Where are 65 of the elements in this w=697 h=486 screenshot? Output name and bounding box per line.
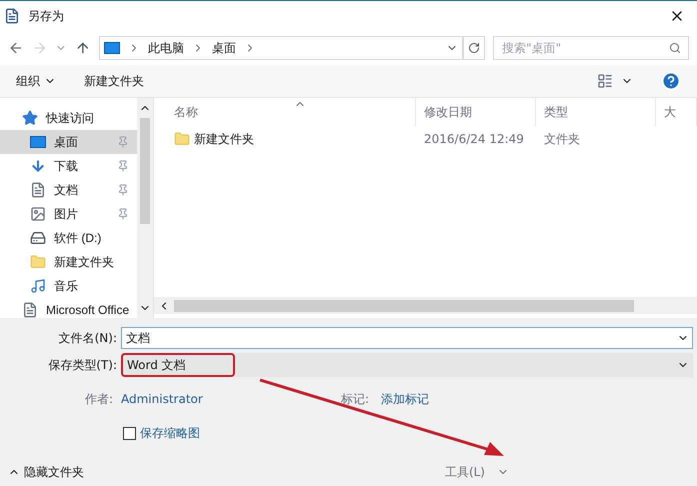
column-header[interactable]: 类型 — [536, 98, 656, 126]
window-title: 另存为 — [28, 8, 64, 25]
filename-label: 文件名(N): — [58, 330, 118, 347]
picture-icon — [30, 206, 46, 222]
nav-item[interactable]: 音乐 — [0, 274, 137, 298]
refresh-icon — [468, 42, 480, 54]
search-field[interactable]: 搜索"桌面" — [493, 36, 689, 60]
organize-menu[interactable]: 组织 — [16, 72, 56, 90]
save-type-value: Word 文档 — [121, 353, 235, 377]
save-type-label: 保存类型(T): — [47, 357, 118, 374]
column-header[interactable]: 修改日期 — [416, 98, 536, 126]
breadcrumb[interactable]: 桌面 — [212, 39, 236, 57]
author-label: 作者: — [84, 391, 114, 408]
pin-icon — [117, 160, 129, 172]
help-icon[interactable] — [661, 71, 681, 91]
modified-date: 2016/6/24 12:49 — [423, 131, 525, 148]
star-icon — [22, 110, 38, 126]
music-note-icon — [30, 278, 46, 294]
nav-label: 下载 — [54, 158, 78, 175]
breadcrumb[interactable]: 此电脑 — [148, 39, 184, 57]
column-header[interactable]: 大 — [656, 98, 697, 126]
drive-icon — [30, 230, 46, 246]
nav-label: 音乐 — [54, 278, 78, 295]
save-thumbnail-label: 保存缩略图 — [140, 425, 200, 442]
nav-item[interactable]: 文档 — [0, 178, 137, 202]
save-type-dropdown[interactable]: Word 文档 — [121, 353, 693, 377]
new-folder-button[interactable]: 新建文件夹 — [84, 72, 144, 90]
pin-icon — [117, 208, 129, 220]
view-options-icon[interactable] — [597, 73, 613, 89]
nav-label: 图片 — [54, 206, 78, 223]
file-name[interactable]: 新建文件夹 — [194, 130, 254, 148]
nav-item[interactable]: Microsoft Office — [0, 298, 137, 318]
document-icon — [30, 182, 46, 198]
nav-item[interactable]: 新建文件夹 — [0, 250, 137, 274]
filename-field[interactable]: 文档 — [121, 327, 693, 349]
pin-icon — [117, 136, 129, 148]
tools-menu[interactable]: 工具(L) — [444, 463, 509, 481]
nav-label: 快速访问 — [46, 110, 94, 127]
checkbox[interactable] — [123, 426, 136, 440]
author-link[interactable]: Administrator — [121, 390, 341, 408]
back-icon[interactable] — [8, 40, 24, 56]
nav-label: 软件 (D:) — [54, 230, 102, 247]
vertical-scrollbar[interactable] — [137, 98, 153, 318]
nav-item[interactable]: 图片 — [0, 202, 137, 226]
nav-item[interactable]: 软件 (D:) — [0, 226, 137, 250]
nav-label: 文档 — [54, 182, 78, 199]
column-header[interactable]: 名称 — [154, 98, 416, 126]
hide-folders-button[interactable]: 隐藏文件夹 — [8, 463, 84, 481]
nav-item[interactable]: 桌面 — [0, 130, 137, 154]
nav-label: 新建文件夹 — [54, 254, 114, 271]
address-bar[interactable]: 此电脑 桌面 — [98, 36, 464, 60]
folder-icon — [30, 254, 46, 270]
horizontal-scrollbar[interactable] — [154, 297, 697, 314]
nav-label: Microsoft Office — [46, 302, 130, 318]
search-icon — [669, 42, 681, 54]
nav-label: 桌面 — [54, 134, 78, 151]
pin-icon — [117, 184, 129, 196]
folder-icon — [174, 131, 190, 147]
nav-item[interactable]: 下载 — [0, 154, 137, 178]
refresh-button[interactable] — [463, 36, 486, 60]
up-icon[interactable] — [75, 40, 91, 56]
add-tags-link[interactable]: 添加标记 — [381, 390, 429, 408]
file-type: 文件夹 — [543, 131, 581, 148]
nav-item[interactable]: 快速访问 — [0, 106, 137, 130]
tags-label: 标记: — [341, 391, 370, 408]
